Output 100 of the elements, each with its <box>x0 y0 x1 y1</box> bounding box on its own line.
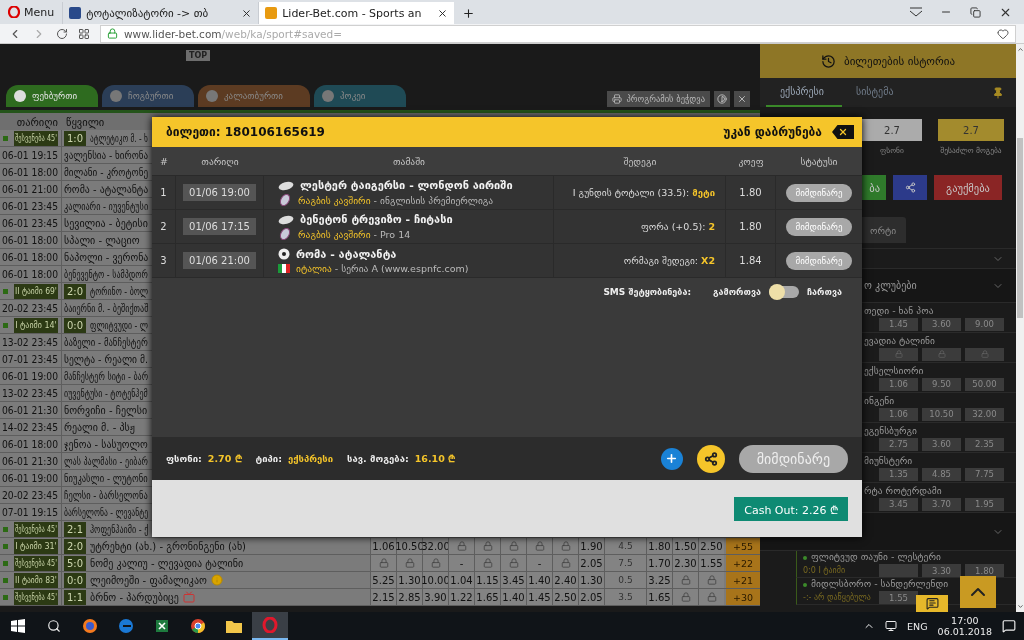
match-name[interactable]: სელტა - რეალი მ. <box>64 353 149 365</box>
cash-out-button[interactable]: Cash Out: 2.26 ₾ <box>734 497 848 521</box>
odd-button[interactable]: 1.55 <box>698 555 724 571</box>
match-name[interactable]: კალიარი - იუვენტუსი <box>64 200 149 212</box>
match-name[interactable]: ვალენსია - ხირონა <box>64 149 149 161</box>
odd-button[interactable]: 1.65 <box>646 589 672 605</box>
odd-button[interactable]: 3.45 <box>879 497 918 511</box>
bet-type-tab[interactable]: ექსპრესი <box>766 78 842 107</box>
match-name[interactable]: ლეიმოეში - ფამალიკაო <box>90 574 207 586</box>
odd-button[interactable]: 3.60 <box>922 317 961 331</box>
odd-button[interactable]: 1.06 <box>879 377 918 391</box>
sport-tab[interactable]: ჰოკეი <box>314 85 406 107</box>
chat-button[interactable] <box>916 595 948 612</box>
match-name[interactable]: ნომე კალიუ - ლევადია ტალინი <box>90 557 244 569</box>
match-name[interactable]: რეალი მ. - პსჟ <box>64 421 135 433</box>
clock[interactable]: 17:00 06.01.2018 <box>937 614 992 638</box>
tabs-menu-icon[interactable] <box>910 7 922 17</box>
scroll-top-button[interactable] <box>960 576 996 608</box>
odd-button[interactable]: 2.85 <box>396 589 422 605</box>
pin-icon[interactable] <box>992 86 1004 99</box>
match-name[interactable]: ბარსელონა - ლევანტე <box>64 506 149 518</box>
close-tab-icon[interactable] <box>241 7 253 19</box>
restore-icon[interactable] <box>970 6 981 18</box>
sport-filter-tab[interactable]: ორტი <box>862 217 907 243</box>
odd-button[interactable]: 3.90 <box>422 589 448 605</box>
more-markets-button[interactable]: +55 <box>726 538 760 554</box>
odd-button[interactable]: 1.40 <box>526 572 552 588</box>
browser-tab[interactable]: Lider-Bet.com - Sports an <box>258 2 455 24</box>
browser-menu[interactable]: Menu <box>0 0 63 24</box>
language-indicator[interactable]: ENG <box>907 620 928 632</box>
odd-button[interactable]: 2.30 <box>672 555 698 571</box>
match-name[interactable]: რომა - ატალანტა <box>64 183 149 195</box>
match-name[interactable]: ნიუკასლი - ლუტონი <box>64 472 148 484</box>
odd-button[interactable]: 2.15 <box>370 589 396 605</box>
odd-button[interactable]: 1.06 <box>879 407 918 421</box>
odd-button[interactable]: 1.95 <box>965 497 1004 511</box>
match-name[interactable]: ბაიერნი მ. - ბეშიქთაშ <box>64 302 149 314</box>
match-name[interactable]: მანჩესტერ სიტი - ბარ <box>64 370 149 382</box>
match-name[interactable]: ნაპოლი - ვერონა <box>64 251 149 263</box>
cancel-button[interactable]: გაუქმება <box>934 175 1002 200</box>
new-tab-icon[interactable] <box>462 7 476 20</box>
ticket-history-button[interactable]: ბილეთების ისტორია <box>760 44 1016 78</box>
odd-button[interactable]: 1.04 <box>448 572 474 588</box>
match-name[interactable]: ფლიტვუდი - ლ <box>90 319 148 331</box>
odd-button[interactable]: - <box>526 555 552 571</box>
odd-button[interactable]: 4.85 <box>922 467 961 481</box>
match-name[interactable]: მილანი - კროტონე <box>64 166 149 178</box>
match-name[interactable]: ატლეტიკო მ. - ხ <box>90 132 148 144</box>
odd-button[interactable]: 2.35 <box>965 437 1004 451</box>
odd-button[interactable]: 1.45 <box>879 317 918 331</box>
share-button[interactable] <box>696 444 725 473</box>
sport-tab[interactable]: ჩოგბურთი <box>102 85 194 107</box>
odd-button[interactable]: 1.70 <box>646 555 672 571</box>
close-button[interactable] <box>734 91 750 107</box>
odd-button[interactable]: 9.00 <box>965 317 1004 331</box>
bet-type-tab[interactable]: სისტემა <box>841 78 912 107</box>
notifications-icon[interactable] <box>1002 619 1016 633</box>
add-button[interactable] <box>660 447 683 470</box>
odd-button[interactable]: 1.50 <box>672 538 698 554</box>
match-name[interactable]: უტრეხტი (ახ.) - გრონინგენი (ახ) <box>90 540 246 552</box>
odd-button[interactable]: 2.05 <box>578 589 604 605</box>
odd-button[interactable]: 7.75 <box>965 467 1004 481</box>
odd-button[interactable]: 1.40 <box>500 589 526 605</box>
print-button[interactable]: პროგრამის ბეჭდვა <box>607 91 710 107</box>
scroll-up-icon[interactable] <box>1016 46 1024 53</box>
odd-button[interactable]: 50.00 <box>965 377 1004 391</box>
odd-button[interactable]: 2.40 <box>552 572 578 588</box>
odd-button[interactable]: 3.45 <box>500 572 526 588</box>
match-name[interactable]: ჯენოა - სასუოლო <box>64 438 148 450</box>
odd-button[interactable]: 1.15 <box>474 572 500 588</box>
heart-icon[interactable] <box>997 27 1009 40</box>
match-name[interactable]: ბაზელი - მანჩესტერ <box>64 336 148 348</box>
network-icon[interactable] <box>885 620 898 632</box>
sport-tab[interactable]: ფეხბურთი <box>6 85 98 107</box>
odd-button[interactable]: 3.70 <box>922 497 961 511</box>
odd-button[interactable]: 1.30 <box>578 572 604 588</box>
odd-button[interactable]: 1.45 <box>526 589 552 605</box>
contrast-button[interactable] <box>714 91 730 107</box>
odd-button[interactable]: 1.65 <box>474 589 500 605</box>
more-markets-button[interactable]: +21 <box>726 572 760 588</box>
sport-tab[interactable]: კალათბურთი <box>198 85 310 107</box>
match-name[interactable]: ტორინო - ბოლ <box>90 285 149 297</box>
match-name[interactable]: ნორვიჩი - ჩელსი <box>64 404 148 416</box>
opera-app-icon[interactable] <box>252 612 288 640</box>
odd-button[interactable]: 1.90 <box>578 538 604 554</box>
odd-button[interactable]: 9.50 <box>922 377 961 391</box>
odd-button[interactable]: 2.05 <box>578 555 604 571</box>
match-name[interactable]: ბრნო - პარდუბიცე <box>90 591 179 603</box>
odd-button[interactable]: 1.80 <box>646 538 672 554</box>
back-button[interactable]: უკან დაბრუნება <box>723 125 854 139</box>
odd-button[interactable]: 2.50 <box>698 538 724 554</box>
odd-button[interactable]: 1.35 <box>879 467 918 481</box>
more-markets-button[interactable]: +30 <box>726 589 760 605</box>
odd-button[interactable]: 2.75 <box>879 437 918 451</box>
reload-icon[interactable] <box>56 27 68 40</box>
odd-button[interactable]: - <box>448 555 474 571</box>
odd-button[interactable]: 3.60 <box>922 437 961 451</box>
more-markets-button[interactable]: +22 <box>726 555 760 571</box>
odd-button[interactable]: 1.22 <box>448 589 474 605</box>
odd-button[interactable]: 1.55 <box>879 591 918 604</box>
